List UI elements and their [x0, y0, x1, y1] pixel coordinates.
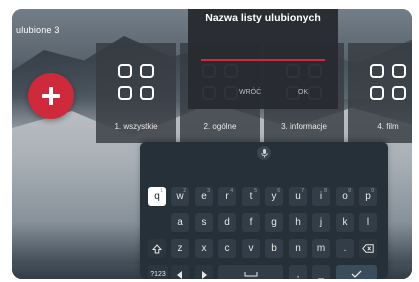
key-v[interactable]: v	[242, 239, 260, 258]
checkmark-icon	[351, 270, 362, 279]
key-a[interactable]: a	[171, 213, 189, 232]
keyboard-top-bar	[140, 142, 388, 164]
plus-icon	[42, 87, 60, 105]
dialog-title: Nazwa listy ulubionych	[205, 12, 321, 24]
key-c[interactable]: c	[218, 239, 236, 258]
key-b[interactable]: b	[265, 239, 283, 258]
symbols-key[interactable]: ?123	[148, 265, 168, 279]
list-name-input[interactable]	[201, 59, 325, 61]
key-e[interactable]: e3	[195, 187, 213, 206]
list-card-label: 2. ogólne	[203, 122, 237, 131]
favorites-list-title: ulubione 3	[16, 25, 60, 35]
key-k[interactable]: k	[336, 213, 354, 232]
tv-screen: ulubione 3 1. wszystkie 2. ogólne 3. inf…	[12, 9, 412, 279]
key-j[interactable]: j	[312, 213, 330, 232]
key-o[interactable]: o9	[336, 187, 354, 206]
done-key[interactable]	[336, 265, 377, 279]
ok-button[interactable]: OK	[298, 89, 308, 96]
cursor-right-key[interactable]	[195, 265, 213, 279]
list-card-label: 3. informacje	[281, 122, 327, 131]
grid-icon	[370, 64, 406, 100]
arrow-right-icon	[202, 270, 207, 279]
list-card-1[interactable]: 1. wszystkie	[96, 43, 176, 143]
list-card-label: 4. film	[377, 122, 399, 131]
arrow-left-icon	[177, 270, 182, 279]
add-list-button[interactable]	[28, 73, 74, 119]
key-r[interactable]: r4	[218, 187, 236, 206]
key-h[interactable]: h	[289, 213, 307, 232]
key-l[interactable]: l	[359, 213, 377, 232]
key-i[interactable]: i8	[312, 187, 330, 206]
space-icon	[244, 272, 257, 277]
shift-key[interactable]	[148, 239, 166, 258]
key-period[interactable]: .	[336, 239, 354, 258]
key-comma[interactable]: ,	[289, 265, 307, 279]
list-name-dialog: Nazwa listy ulubionych WRÓĆ OK	[188, 9, 338, 109]
cursor-left-key[interactable]	[171, 265, 189, 279]
key-n[interactable]: n	[289, 239, 307, 258]
key-f[interactable]: f	[242, 213, 260, 232]
backspace-key[interactable]	[359, 239, 377, 258]
key-s[interactable]: s	[195, 213, 213, 232]
key-y[interactable]: y6	[265, 187, 283, 206]
microphone-icon[interactable]	[257, 146, 271, 160]
on-screen-keyboard: q1 w2 e3 r4 t5 y6 u7 i8 o9 p0 a s d f g …	[140, 142, 388, 279]
key-d[interactable]: d	[218, 213, 236, 232]
shift-icon	[152, 244, 162, 254]
key-t[interactable]: t5	[242, 187, 260, 206]
list-card-label: 1. wszystkie	[114, 122, 158, 131]
back-button[interactable]: WRÓĆ	[239, 89, 261, 96]
grid-icon	[118, 64, 154, 100]
key-x[interactable]: x	[195, 239, 213, 258]
key-m[interactable]: m	[312, 239, 330, 258]
backspace-icon	[362, 244, 374, 254]
key-z[interactable]: z	[171, 239, 189, 258]
list-card-4[interactable]: 4. film	[348, 43, 412, 143]
key-w[interactable]: w2	[171, 187, 189, 206]
key-u[interactable]: u7	[289, 187, 307, 206]
key-q[interactable]: q1	[148, 187, 166, 206]
key-underscore[interactable]: _	[312, 265, 330, 279]
key-p[interactable]: p0	[359, 187, 377, 206]
space-key[interactable]	[218, 265, 283, 279]
key-g[interactable]: g	[265, 213, 283, 232]
